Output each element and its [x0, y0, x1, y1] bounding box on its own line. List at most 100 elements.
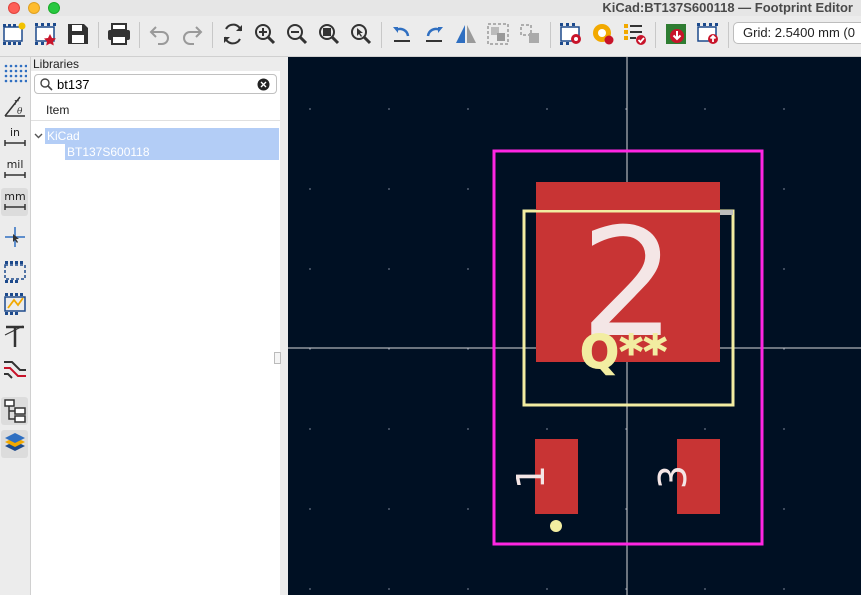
printer-icon [108, 23, 130, 45]
library-search-box[interactable] [34, 74, 277, 94]
grid-dot [467, 588, 469, 590]
zoom-in-button[interactable] [251, 20, 279, 48]
refresh-icon [224, 23, 242, 45]
polar-coords-button[interactable]: r θ [1, 92, 28, 120]
grid-dot [309, 588, 311, 590]
zoom-out-button[interactable] [283, 20, 311, 48]
ungroup-button[interactable] [516, 20, 544, 48]
text-display-mode-button[interactable] [1, 322, 28, 350]
load-from-board-button[interactable] [662, 20, 690, 48]
item-column-header[interactable]: Item [31, 99, 280, 121]
redo-button[interactable] [178, 20, 206, 48]
checklist-icon [624, 24, 646, 45]
rotate-ccw-button[interactable] [388, 20, 416, 48]
minimize-window-button[interactable] [28, 2, 40, 14]
grid-dot [309, 508, 311, 510]
grid-dot [783, 188, 785, 190]
grid-dot [467, 508, 469, 510]
grid-dot [783, 268, 785, 270]
rotate-ccw-icon [393, 27, 410, 42]
grid-dot [783, 588, 785, 590]
grid-dot [467, 268, 469, 270]
grid-dot [388, 188, 390, 190]
grid-dot [783, 508, 785, 510]
silkscreen-corner [720, 210, 733, 215]
zoom-fit-button[interactable] [315, 20, 343, 48]
toolbar-separator [655, 22, 656, 48]
pad-1-number: 1 [509, 465, 553, 489]
zoom-selection-icon [351, 24, 372, 45]
rotate-cw-button[interactable] [420, 20, 448, 48]
inch-units-icon: in [3, 126, 26, 146]
main-toolbar: Grid: 2.5400 mm (0 [0, 16, 861, 57]
grid-dot [546, 428, 548, 430]
chevron-down-icon[interactable] [34, 132, 43, 140]
grid-dot [388, 108, 390, 110]
zoom-in-icon [255, 24, 276, 45]
refresh-button[interactable] [219, 20, 247, 48]
grid-dot [388, 588, 390, 590]
group-icon [487, 23, 509, 45]
units-mm-button[interactable]: mm [1, 188, 28, 216]
undo-icon [149, 26, 169, 45]
zoom-selection-button[interactable] [347, 20, 375, 48]
zoom-fit-icon [319, 24, 340, 45]
toggle-grid-button[interactable] [1, 60, 28, 88]
full-crosshair-button[interactable] [1, 223, 28, 251]
toolbar-separator [550, 22, 551, 48]
insert-into-board-icon [697, 23, 718, 44]
footprint-canvas[interactable]: 2 Q** 1 3 [288, 57, 861, 595]
pin-1-marker [550, 520, 562, 532]
footprint-properties-icon [560, 23, 581, 45]
clear-search-icon[interactable] [257, 78, 270, 91]
panel-splitter[interactable] [274, 57, 288, 595]
pad-defaults-button[interactable] [589, 20, 617, 48]
library-search-input[interactable] [57, 76, 247, 92]
grid-dot [783, 108, 785, 110]
grid-dot [309, 428, 311, 430]
contrast-mode-icon [3, 361, 26, 379]
mirror-button[interactable] [452, 20, 480, 48]
grid-dot [309, 188, 311, 190]
insert-into-board-button[interactable] [694, 20, 722, 48]
show-tree-panel-button[interactable] [1, 397, 28, 425]
grid-size-select[interactable]: Grid: 2.5400 mm (0 [733, 22, 861, 44]
grid-dot [309, 268, 311, 270]
show-layers-manager-button[interactable] [1, 430, 28, 458]
graphic-outline-icon [3, 293, 26, 315]
grid-dot [546, 108, 548, 110]
splitter-handle[interactable] [274, 352, 281, 364]
graphic-display-mode-button[interactable] [1, 290, 28, 318]
footprint-wizard-button[interactable] [32, 20, 60, 48]
toolbar-separator [98, 22, 99, 48]
print-button[interactable] [105, 20, 133, 48]
search-icon [40, 78, 53, 91]
check-footprint-button[interactable] [621, 20, 649, 48]
pad-settings-icon [593, 24, 614, 45]
maximize-window-button[interactable] [48, 2, 60, 14]
grid-dot [467, 428, 469, 430]
undo-button[interactable] [146, 20, 174, 48]
footprint-properties-button[interactable] [557, 20, 585, 48]
save-button[interactable] [64, 20, 92, 48]
tree-panel-icon [3, 399, 26, 423]
pad-3-number: 3 [651, 465, 695, 489]
left-toolbar: r θ in mil mm [0, 57, 31, 595]
grid-dot [309, 108, 311, 110]
units-inch-button[interactable]: in [1, 124, 28, 152]
new-footprint-button[interactable] [0, 20, 28, 48]
close-window-button[interactable] [8, 2, 20, 14]
mil-units-icon: mil [3, 158, 26, 178]
high-contrast-button[interactable] [1, 356, 28, 384]
polar-coordinates-icon: r θ [3, 96, 25, 117]
group-button[interactable] [484, 20, 512, 48]
tree-item-footprint[interactable]: BT137S600118 [65, 144, 279, 160]
grid-dot [704, 588, 706, 590]
pad-display-mode-button[interactable] [1, 258, 28, 286]
reference-designator[interactable]: Q** [580, 325, 668, 380]
grid-dot [783, 428, 785, 430]
footprint-drawing[interactable]: 2 Q** 1 3 [288, 57, 861, 595]
in-label: in [9, 126, 19, 139]
tree-item-kicad-library[interactable]: KiCad [34, 128, 279, 144]
units-mil-button[interactable]: mil [1, 156, 28, 184]
